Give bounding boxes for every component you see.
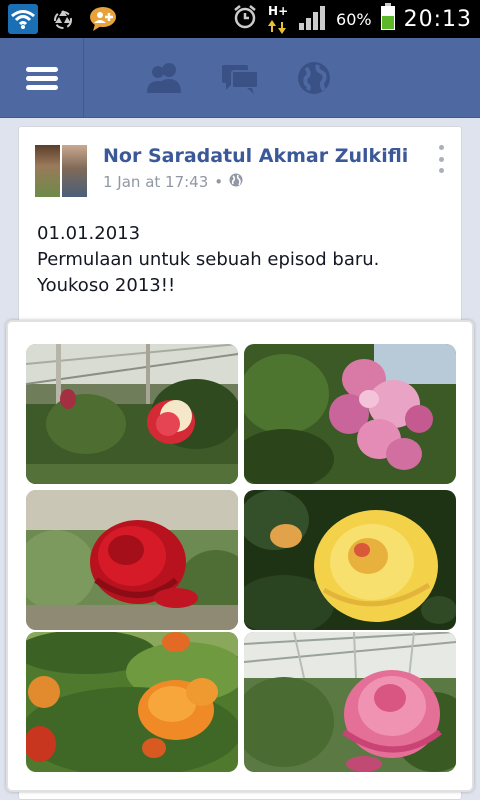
post-options-icon[interactable]: [433, 145, 449, 173]
post-date[interactable]: 1 Jan at 17:43: [103, 173, 208, 191]
globe-icon[interactable]: [294, 60, 334, 96]
menu-button[interactable]: [0, 38, 84, 118]
photo-pink-rose-greenhouse[interactable]: [244, 632, 456, 772]
menu-icon: [0, 38, 84, 118]
post-text-line: Youkoso 2013!!: [37, 275, 176, 296]
privacy-globe-icon: [229, 173, 243, 191]
photo-collage[interactable]: [6, 320, 474, 792]
post-text-line: Permulaan untuk sebuah episod baru.: [37, 249, 380, 270]
network-type-label: H+: [268, 4, 289, 18]
meta-separator: •: [214, 173, 224, 191]
alarm-icon: [232, 4, 258, 34]
signal-icon: [298, 3, 328, 35]
post-text-line: 01.01.2013: [37, 223, 141, 244]
photo-rose-greenhouse[interactable]: [26, 344, 238, 484]
photo-red-rose[interactable]: [26, 490, 238, 630]
author-avatar[interactable]: [35, 145, 87, 197]
status-bar: H+ 60% 20:13: [0, 0, 480, 38]
chat-add-icon: [88, 4, 118, 34]
author-name[interactable]: Nor Saradatul Akmar Zulkifli: [103, 145, 408, 167]
photo-orange-roses-garden[interactable]: [26, 632, 238, 772]
battery-percent: 60%: [336, 9, 372, 29]
friends-icon[interactable]: [144, 60, 184, 96]
recycle-icon: [48, 4, 78, 34]
photo-pink-roses[interactable]: [244, 344, 456, 484]
clock: 20:13: [403, 6, 472, 32]
battery-icon: [380, 3, 396, 35]
photo-yellow-rose[interactable]: [244, 490, 456, 630]
top-nav-bar: [0, 38, 480, 118]
post-meta: 1 Jan at 17:43 •: [103, 173, 243, 191]
wifi-icon: [8, 4, 38, 34]
network-indicator: H+: [266, 4, 290, 34]
post-text: 01.01.2013 Permulaan untuk sebuah episod…: [37, 221, 379, 299]
messages-icon[interactable]: [220, 60, 260, 96]
